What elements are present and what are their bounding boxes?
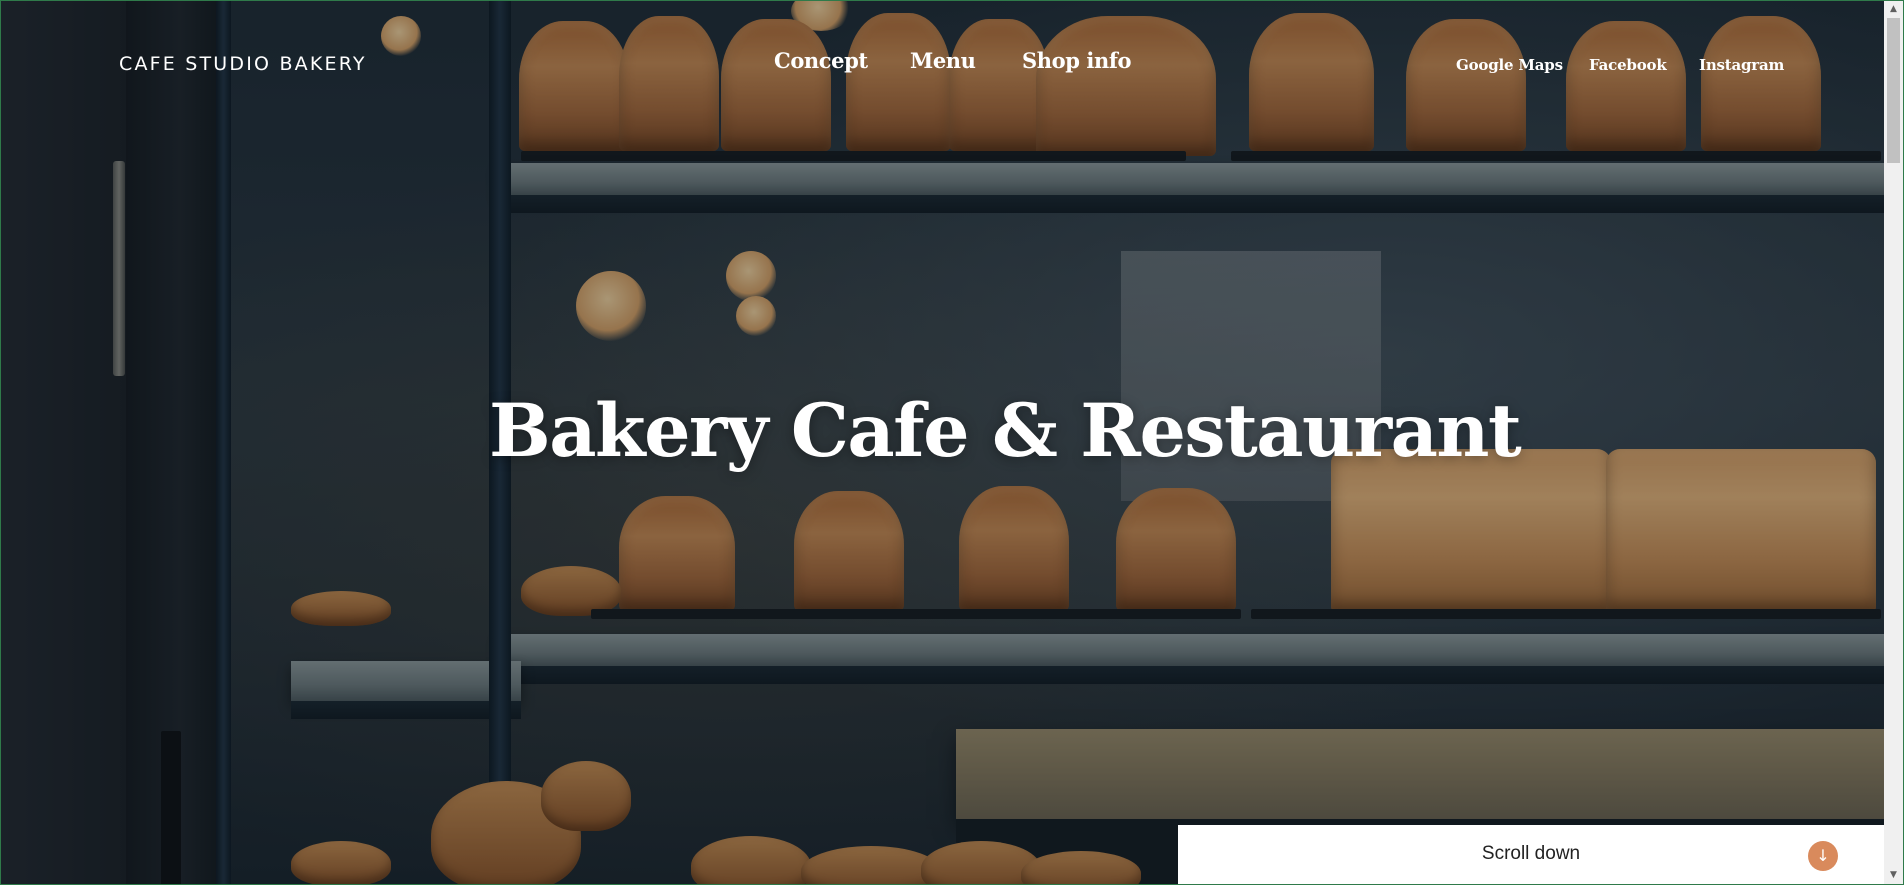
google-maps-link[interactable]: Google Maps (1456, 56, 1563, 74)
scroll-up-arrow-icon[interactable]: ▲ (1884, 1, 1903, 18)
vertical-scrollbar[interactable]: ▲ ▼ (1884, 1, 1903, 884)
arrow-down-icon: ↓ (1808, 841, 1838, 871)
instagram-link[interactable]: Instagram (1699, 56, 1784, 74)
nav-menu-link[interactable]: Menu (910, 48, 976, 73)
scroll-down-button[interactable]: Scroll down ↓ (1178, 825, 1884, 884)
nav-shop-info-link[interactable]: Shop info (1022, 48, 1132, 73)
facebook-link[interactable]: Facebook (1589, 56, 1667, 74)
nav-concept-link[interactable]: Concept (774, 48, 868, 73)
hero-section: CAFE STUDIO BAKERY Concept Menu Shop inf… (1, 1, 1884, 884)
hero-title: Bakery Cafe & Restaurant (489, 388, 1522, 474)
scrollbar-thumb[interactable] (1887, 18, 1900, 163)
browser-viewport: CAFE STUDIO BAKERY Concept Menu Shop inf… (0, 0, 1904, 885)
scroll-down-arrow-icon[interactable]: ▼ (1884, 867, 1903, 884)
scroll-down-label: Scroll down (1481, 843, 1581, 864)
site-logo[interactable]: CAFE STUDIO BAKERY (119, 53, 367, 75)
